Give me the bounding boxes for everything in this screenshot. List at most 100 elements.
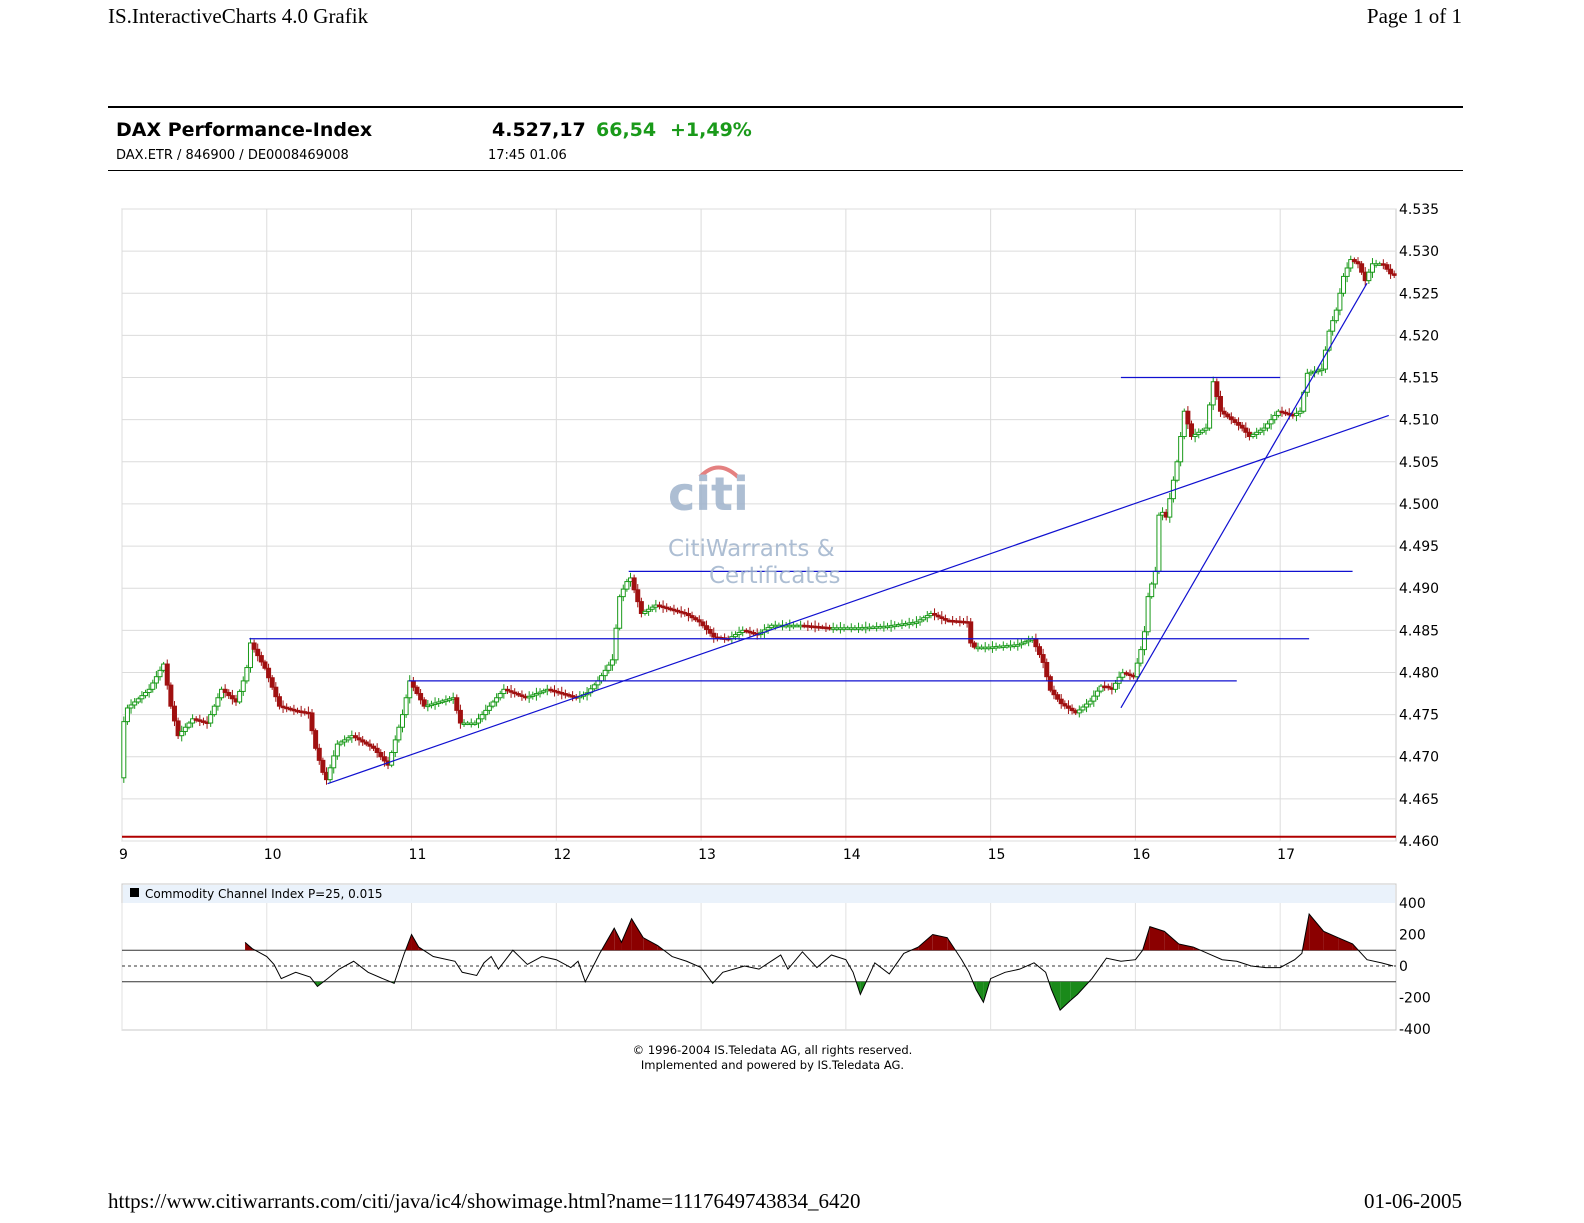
candle xyxy=(186,722,192,728)
price-xtick-label: 10 xyxy=(264,847,282,863)
candle xyxy=(457,709,463,724)
candle xyxy=(1091,695,1097,702)
price-panel: 4.535 4.530 4.525 4.520 4.515 4.510 4.505 4.500… xyxy=(119,202,1439,863)
watermark-line1: CitiWarrants & xyxy=(668,536,835,562)
copyright-line1: © 1996-2004 IS.Teledata AG, all rights r… xyxy=(632,1043,913,1057)
watermark-line2: Certificates xyxy=(709,563,840,589)
candle xyxy=(631,577,637,591)
candle xyxy=(266,667,272,679)
candle xyxy=(1047,676,1053,691)
candle xyxy=(124,707,130,723)
candle xyxy=(1055,694,1061,700)
candle xyxy=(1141,631,1147,651)
price-plot-area xyxy=(121,208,1397,842)
candle xyxy=(620,588,626,598)
candle xyxy=(389,752,395,766)
candle xyxy=(153,676,159,684)
candle xyxy=(1033,638,1039,648)
candle xyxy=(258,655,264,663)
candle xyxy=(1268,419,1274,425)
candle xyxy=(609,659,615,666)
candle xyxy=(606,664,612,671)
price-xtick-label: 16 xyxy=(1132,847,1150,863)
candle xyxy=(1156,514,1162,572)
price-ytick-label: 4.470 xyxy=(1399,750,1439,766)
candle xyxy=(613,627,619,661)
candle xyxy=(1207,404,1213,429)
cci-ytick-label: 400 xyxy=(1399,896,1426,912)
candle xyxy=(316,747,322,761)
candle xyxy=(479,714,485,720)
citi-logo: citi xyxy=(668,467,749,521)
candle xyxy=(1341,275,1347,294)
candle xyxy=(1116,676,1122,684)
candle xyxy=(476,718,482,724)
candle xyxy=(1040,654,1046,663)
price-ytick-label: 4.505 xyxy=(1399,455,1439,471)
candle xyxy=(378,752,384,758)
price-ytick-label: 4.465 xyxy=(1399,792,1439,808)
candle xyxy=(1036,646,1042,656)
candle xyxy=(374,747,380,754)
candle xyxy=(971,642,977,648)
price-xtick-label: 17 xyxy=(1277,847,1295,863)
candle xyxy=(410,680,416,688)
candle xyxy=(635,589,641,603)
price-xtick-label: 15 xyxy=(988,847,1006,863)
candle xyxy=(1134,662,1140,678)
cci-ytick-label: -200 xyxy=(1399,991,1431,1007)
candle xyxy=(164,663,170,686)
candle xyxy=(1058,698,1064,705)
candle xyxy=(707,628,713,634)
candle xyxy=(381,756,387,762)
cci-ytick-label: -400 xyxy=(1399,1022,1431,1038)
candle xyxy=(1152,570,1158,585)
candle xyxy=(1178,436,1184,463)
candle xyxy=(309,712,315,732)
price-ytick-label: 4.515 xyxy=(1399,371,1439,387)
cci-legend-swatch xyxy=(130,888,139,897)
candle xyxy=(591,684,597,690)
candle xyxy=(269,677,275,688)
candle xyxy=(1044,661,1050,678)
candle xyxy=(313,730,319,749)
candle xyxy=(211,705,217,716)
cci-plot-area xyxy=(121,883,1397,1031)
candle xyxy=(1333,309,1339,322)
candle xyxy=(244,667,250,682)
candle xyxy=(617,596,623,629)
candle xyxy=(182,726,188,732)
candle xyxy=(150,682,156,690)
candle xyxy=(494,697,500,703)
price-xtick-label: 14 xyxy=(843,847,861,863)
price-ytick-label: 4.530 xyxy=(1399,244,1439,260)
price-xtick-label: 13 xyxy=(698,847,716,863)
price-ytick-label: 4.490 xyxy=(1399,581,1439,597)
cci-panel: Commodity Channel Index P=25, 0.015 400 20… xyxy=(121,883,1431,1038)
candle xyxy=(168,684,174,707)
candle xyxy=(399,714,405,728)
candle xyxy=(1265,423,1271,429)
candle xyxy=(1138,649,1144,664)
price-ytick-label: 4.510 xyxy=(1399,413,1439,429)
candle xyxy=(255,648,261,657)
candle xyxy=(121,721,127,779)
candle xyxy=(276,696,282,707)
candle xyxy=(1337,292,1343,311)
candle xyxy=(602,669,608,677)
candle xyxy=(1094,690,1100,697)
candle xyxy=(599,675,605,682)
candle xyxy=(483,709,489,716)
candle xyxy=(418,693,424,701)
candle xyxy=(1051,689,1057,696)
candle xyxy=(171,705,177,722)
source-url: https://www.citiwarrants.com/citi/java/i… xyxy=(108,1189,861,1213)
candle xyxy=(1149,583,1155,598)
candle xyxy=(968,621,974,644)
price-ytick-label: 4.485 xyxy=(1399,623,1439,639)
candle xyxy=(327,767,333,781)
candle xyxy=(251,642,257,650)
candle xyxy=(624,581,630,590)
candle xyxy=(240,680,246,692)
candle xyxy=(273,686,279,698)
